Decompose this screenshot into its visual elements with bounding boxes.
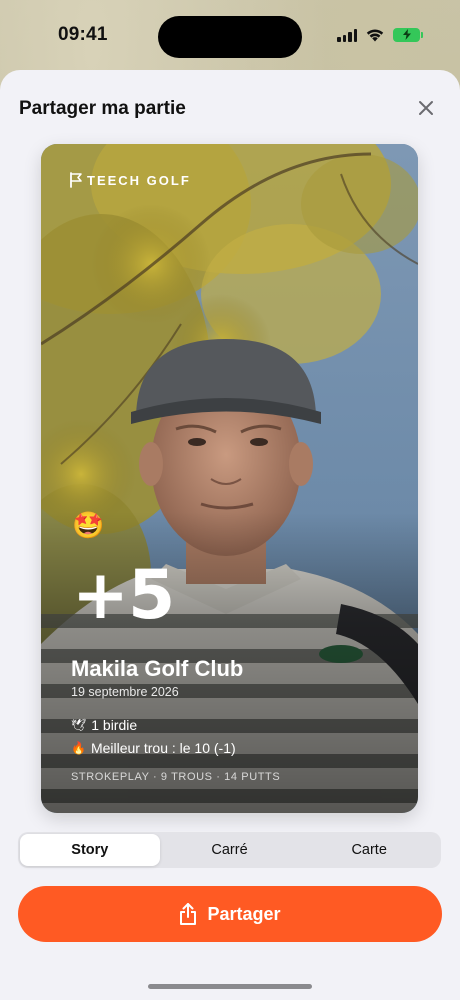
- brand-name: TEECH GOLF: [87, 172, 191, 188]
- flag-icon: [70, 172, 82, 188]
- dynamic-island: [158, 16, 302, 58]
- status-bar: 09:41: [0, 0, 460, 70]
- stat-best-hole: 🔥 Meilleur trou : le 10 (-1): [71, 740, 236, 756]
- fire-icon: 🔥: [71, 741, 86, 755]
- home-indicator: [148, 984, 312, 989]
- round-summary: STROKEPLAY · 9 TROUS · 14 PUTTS: [71, 771, 281, 783]
- score-value: +5: [72, 556, 175, 635]
- tab-carre[interactable]: Carré: [160, 834, 300, 866]
- round-date: 19 septembre 2026: [71, 685, 179, 699]
- share-button-label: Partager: [207, 903, 281, 924]
- bird-icon: 🕊: [71, 718, 87, 732]
- status-icons: [337, 27, 423, 42]
- story-preview-card: TEECH GOLF 🤩 +5 Makila Golf Club 19 sept…: [41, 144, 418, 813]
- stat-birdies: 🕊 1 birdie: [71, 717, 137, 733]
- tab-story[interactable]: Story: [20, 834, 160, 866]
- sheet-title: Partager ma partie: [19, 98, 186, 119]
- card-gradient-overlay: [41, 144, 418, 813]
- close-button[interactable]: [416, 98, 436, 118]
- wifi-icon: [366, 29, 384, 42]
- format-segmented-control: Story Carré Carte: [18, 832, 441, 868]
- stat-text: 1 birdie: [91, 717, 138, 733]
- status-time: 09:41: [58, 24, 108, 45]
- share-icon: [180, 903, 197, 925]
- close-icon: [419, 101, 433, 115]
- stat-text: Meilleur trou : le 10 (-1): [90, 740, 236, 756]
- club-name: Makila Golf Club: [71, 656, 244, 681]
- brand-logo: TEECH GOLF: [69, 172, 191, 188]
- tab-carte[interactable]: Carte: [299, 834, 439, 866]
- cellular-signal-icon: [337, 28, 357, 42]
- share-sheet: Partager ma partie TEECH GOLF 🤩 +5 Makil…: [0, 70, 460, 1000]
- share-button[interactable]: Partager: [18, 886, 442, 942]
- battery-charging-icon: [393, 27, 423, 42]
- star-struck-emoji: 🤩: [72, 510, 105, 540]
